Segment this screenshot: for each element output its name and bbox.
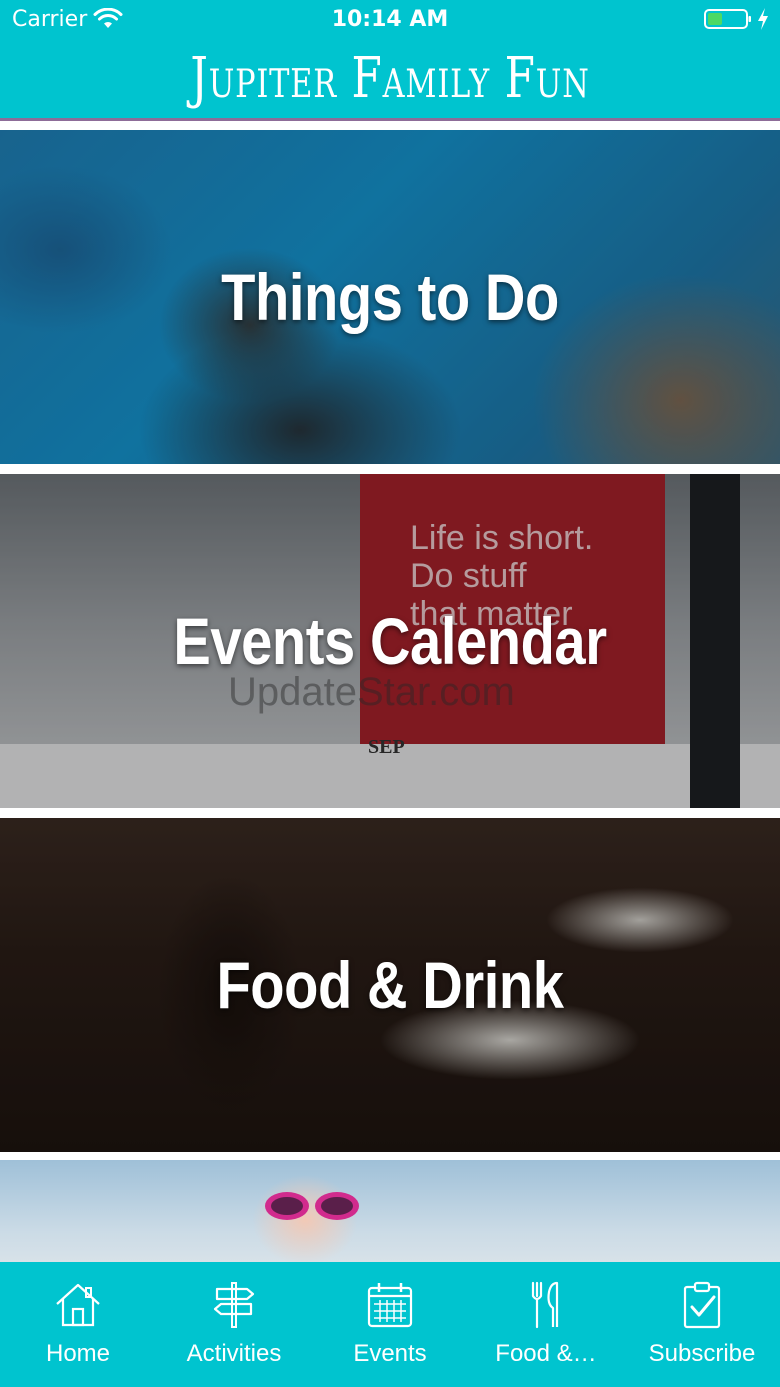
tab-label: Subscribe	[648, 1340, 756, 1367]
lightning-icon	[758, 8, 768, 30]
header-divider	[0, 118, 780, 121]
tile-label: Food & Drink	[216, 948, 564, 1022]
tab-subscribe[interactable]: Subscribe	[624, 1262, 780, 1387]
tab-events[interactable]: Events	[312, 1262, 468, 1387]
signpost-icon	[213, 1282, 255, 1328]
app-title: Jupiter Family Fun	[190, 46, 590, 111]
status-bar: Carrier 10:14 AM	[0, 0, 780, 40]
home-icon	[56, 1283, 100, 1327]
tile-label: Things to Do	[221, 260, 559, 334]
status-time: 10:14 AM	[331, 7, 449, 32]
calendar-icon	[367, 1283, 413, 1328]
app-header: Carrier 10:14 AM Jupiter Family Fun	[0, 0, 780, 118]
tile-events-calendar[interactable]: Life is short. Do stuff that matter SEP …	[0, 474, 780, 808]
sunglasses-shape	[265, 1192, 359, 1220]
tab-label: Activities	[186, 1340, 282, 1367]
tab-label: Events	[353, 1340, 427, 1367]
tab-home[interactable]: Home	[0, 1262, 156, 1387]
tab-label: Food &…	[495, 1340, 597, 1367]
battery-icon	[704, 9, 751, 29]
tab-food[interactable]: Food &…	[468, 1262, 624, 1387]
tab-activities[interactable]: Activities	[156, 1262, 312, 1387]
tile-label: Events Calendar	[173, 604, 607, 678]
tab-label: Home	[45, 1340, 111, 1367]
clipboard-check-icon	[683, 1281, 721, 1329]
tile-food-drink[interactable]: Food & Drink	[0, 818, 780, 1152]
fork-knife-icon	[531, 1281, 559, 1329]
tab-bar: Home Activities Events Food &… Subscribe	[0, 1262, 780, 1387]
tile-things-to-do[interactable]: Things to Do	[0, 130, 780, 464]
